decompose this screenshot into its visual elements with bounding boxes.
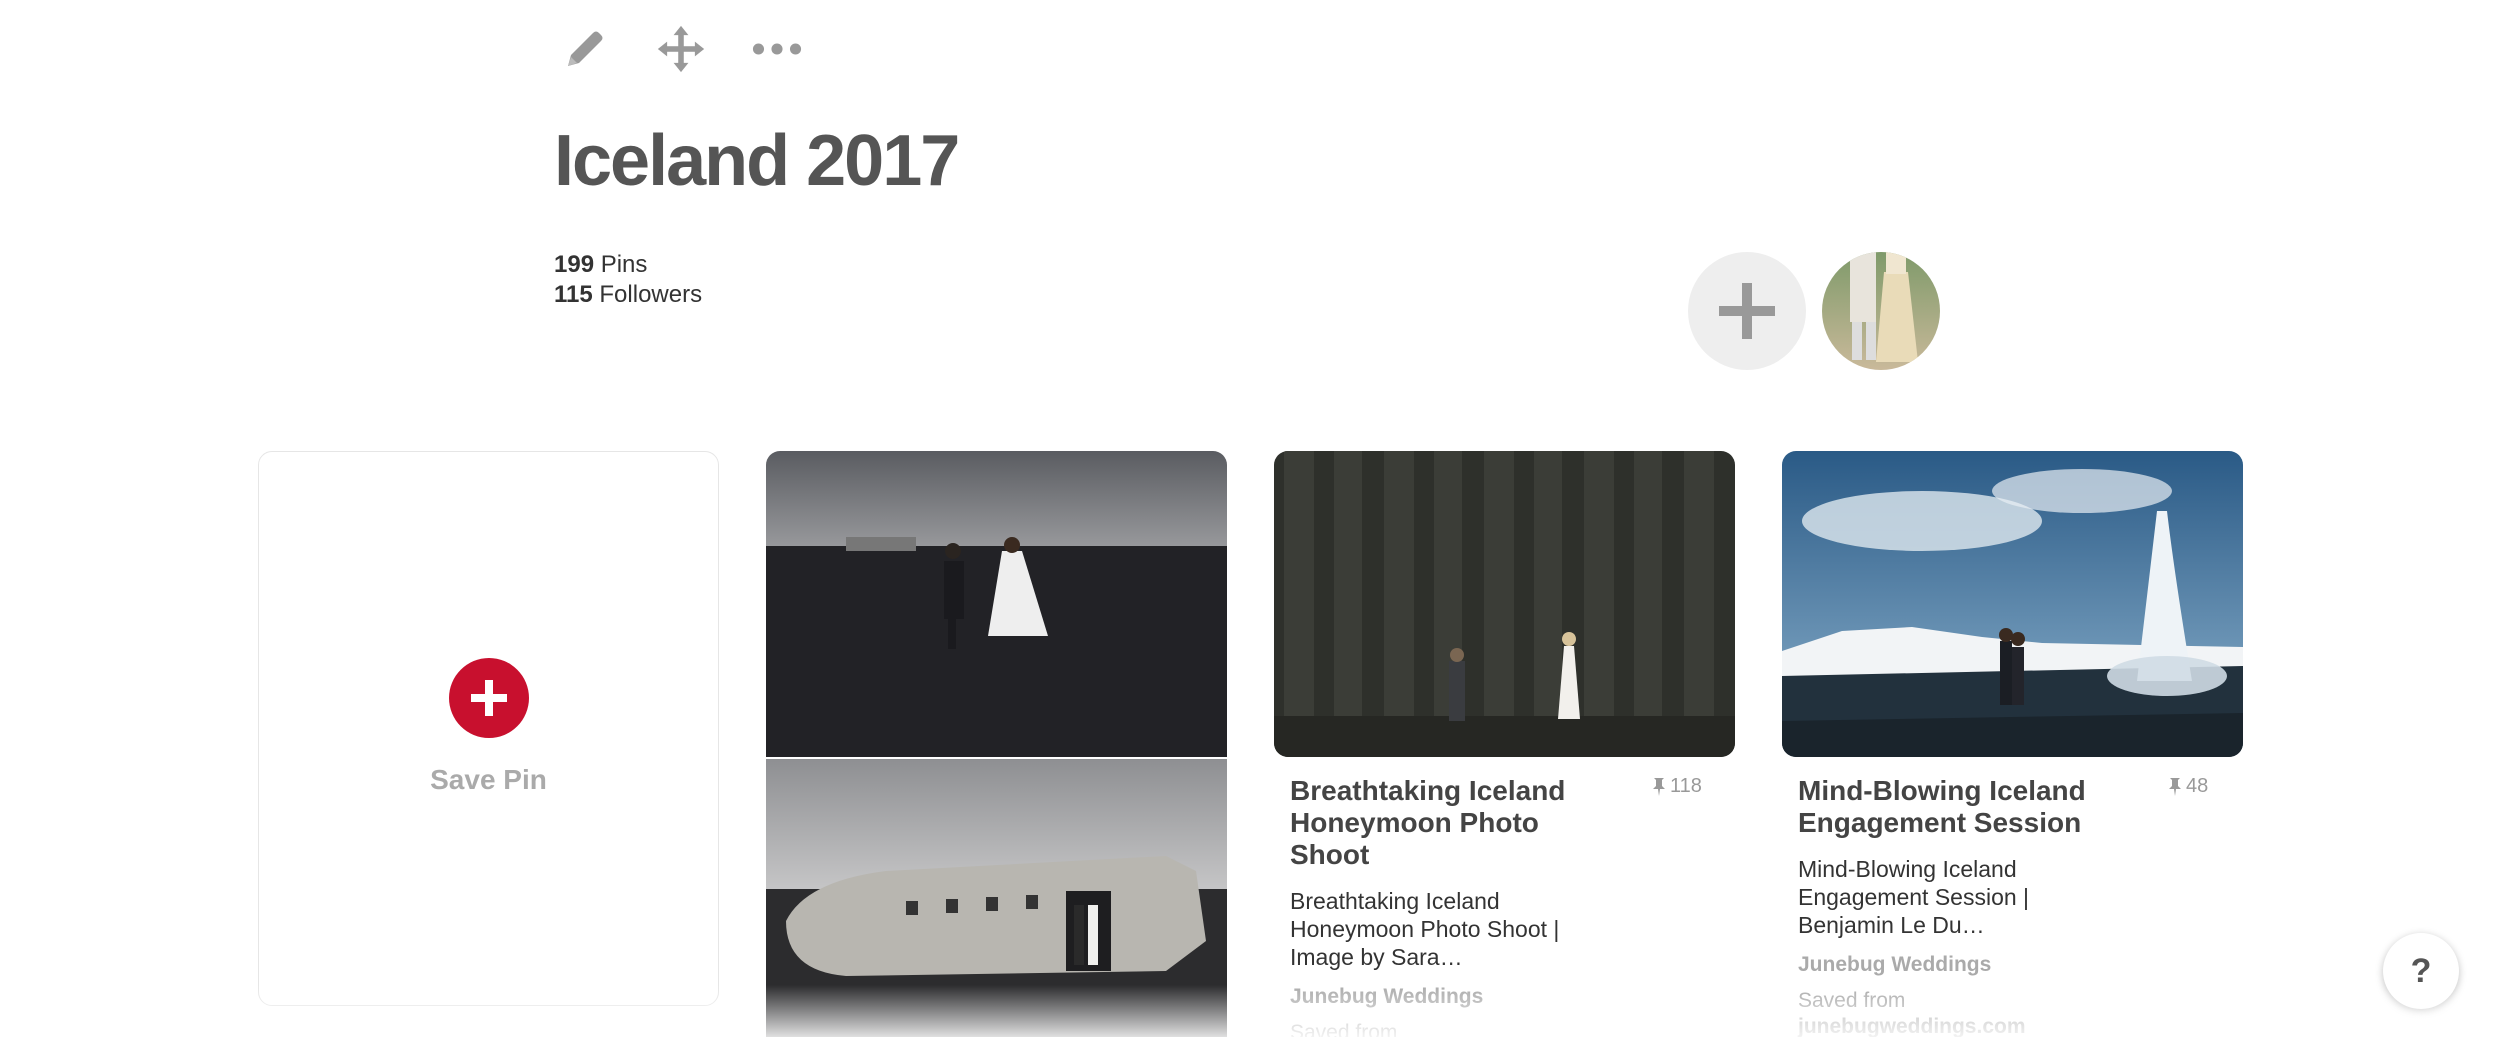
pin-image[interactable] (1782, 451, 2243, 757)
pin-description: Breathtaking Iceland Honeymoon Photo Sho… (1290, 888, 1560, 970)
pin-save-count-value: 118 (1670, 775, 1702, 797)
pin-save-count: 118 (1652, 775, 1702, 798)
pin-saved-from: Saved from (1798, 989, 1906, 1012)
pin-card[interactable]: Mind-Blowing Iceland Engagement Session … (1782, 451, 2243, 1037)
pin-image[interactable] (1274, 451, 1735, 757)
pins-stat[interactable]: 199 Pins (554, 250, 702, 280)
more-dots-icon (752, 43, 802, 55)
save-pin-plus-button[interactable] (449, 658, 529, 738)
move-arrows-icon (657, 25, 705, 73)
board-title: Iceland 2017 (554, 121, 960, 201)
board-toolbar (560, 20, 802, 78)
pin-image[interactable] (766, 451, 1227, 1037)
pin-save-count-value: 48 (2186, 775, 2209, 797)
pin-saved-from: Saved from (1290, 1021, 1398, 1037)
pin-description: Mind-Blowing Iceland Engagement Session … (1798, 856, 2030, 938)
pin-domain-link[interactable]: junebugweddings.com (1798, 1015, 2227, 1037)
board-stats: 199 Pins 115 Followers (554, 250, 702, 310)
pin-title[interactable]: Mind-Blowing Iceland Engagement Session (1798, 775, 2118, 839)
pushpin-icon (1653, 777, 1665, 796)
followers-count: 115 (554, 281, 593, 308)
pushpin-icon (2169, 777, 2181, 796)
followers-label: Followers (599, 281, 703, 308)
pin-source[interactable]: Junebug Weddings (1798, 953, 2227, 977)
save-pin-label: Save Pin (430, 764, 547, 795)
plus-icon (471, 680, 507, 716)
add-collaborator-button[interactable] (1688, 252, 1806, 370)
edit-board-button[interactable] (560, 20, 610, 78)
move-board-button[interactable] (656, 20, 706, 78)
pencil-icon (568, 31, 603, 66)
pin-save-count: 48 (2168, 775, 2208, 798)
pins-label: Pins (600, 251, 648, 278)
pin-card[interactable]: Breathtaking Iceland Honeymoon Photo Sho… (1274, 451, 1735, 1037)
pins-count: 199 (554, 251, 595, 278)
plus-icon (1719, 283, 1775, 339)
pin-source[interactable]: Junebug Weddings (1290, 985, 1719, 1009)
pin-title[interactable]: Breathtaking Iceland Honeymoon Photo Sho… (1290, 775, 1590, 871)
more-options-button[interactable] (752, 20, 802, 78)
pin-card[interactable] (766, 451, 1227, 1037)
save-pin-card[interactable]: Save Pin (258, 451, 719, 1006)
help-button[interactable]: ? (2383, 933, 2459, 1009)
followers-stat[interactable]: 115 Followers (554, 280, 702, 310)
collaborator-avatar[interactable] (1822, 252, 1940, 370)
